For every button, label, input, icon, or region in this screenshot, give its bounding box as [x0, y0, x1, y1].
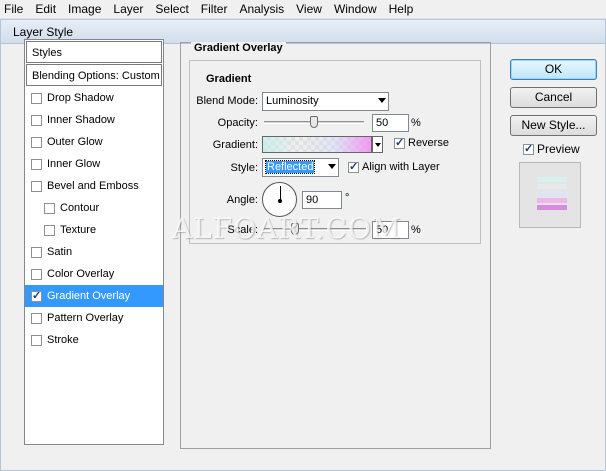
style-item-label: Inner Shadow [47, 114, 115, 126]
style-checkbox[interactable] [31, 180, 42, 192]
style-checkbox[interactable] [44, 224, 55, 236]
align-label: Align with Layer [362, 161, 440, 173]
preview-stripe [537, 177, 567, 182]
chevron-down-icon [328, 164, 336, 169]
style-checkbox[interactable] [31, 289, 42, 302]
style-item-label: Outer Glow [47, 136, 103, 148]
menu-layer[interactable]: Layer [107, 0, 149, 19]
style-item-stroke[interactable]: Stroke [25, 329, 163, 351]
preview-check-icon[interactable] [523, 142, 534, 155]
reverse-checkbox[interactable]: Reverse [394, 136, 449, 149]
angle-label: Angle: [226, 194, 258, 206]
style-item-color-overlay[interactable]: Color Overlay [25, 263, 163, 285]
menu-image[interactable]: Image [62, 0, 107, 19]
style-checkbox[interactable] [44, 202, 55, 214]
preview-label: Preview [537, 142, 580, 156]
preview-stripe [537, 184, 567, 189]
style-item-pattern-overlay[interactable]: Pattern Overlay [25, 307, 163, 329]
style-checkbox[interactable] [31, 334, 42, 346]
style-item-label: Drop Shadow [47, 92, 114, 104]
style-item-label: Bevel and Emboss [47, 180, 139, 192]
opacity-slider-thumb[interactable] [310, 116, 318, 128]
align-check-icon[interactable] [348, 160, 359, 173]
style-item-gradient-overlay[interactable]: Gradient Overlay [25, 285, 163, 307]
style-item-label: Inner Glow [47, 158, 101, 170]
blending-options-item[interactable]: Blending Options: Custom [26, 64, 162, 86]
style-checkbox[interactable] [31, 136, 42, 148]
gradient-dropdown-icon[interactable] [372, 136, 383, 153]
menu-edit[interactable]: Edit [29, 0, 62, 19]
style-item-bevel-and-emboss[interactable]: Bevel and Emboss [25, 175, 163, 197]
style-item-label: Stroke [47, 334, 79, 346]
menu-view[interactable]: View [290, 0, 328, 19]
angle-input[interactable]: 90 [302, 191, 342, 209]
style-item-label: Texture [60, 224, 97, 236]
style-checkbox[interactable] [31, 312, 42, 324]
preview-stripe [537, 191, 567, 196]
chevron-down-icon [378, 98, 386, 103]
menu-analysis[interactable]: Analysis [233, 0, 290, 19]
watermark-text: ALFOART.COM [172, 212, 402, 245]
styles-header[interactable]: Styles [26, 41, 162, 63]
style-select[interactable]: Reflected [262, 158, 339, 177]
style-item-texture[interactable]: Texture [25, 219, 163, 241]
blend-mode-select[interactable]: Luminosity [262, 92, 389, 111]
opacity-input[interactable]: 50 [372, 114, 409, 132]
style-checkbox[interactable] [31, 268, 42, 280]
blend-mode-label: Blend Mode: [196, 95, 258, 107]
style-item-satin[interactable]: Satin [25, 241, 163, 263]
preview-stripe [537, 205, 567, 210]
preview-checkbox[interactable]: Preview [523, 142, 580, 156]
gradient-label: Gradient: [212, 139, 258, 151]
style-item-label: Contour [60, 202, 100, 214]
angle-degree-symbol: ° [345, 192, 350, 204]
style-item-outer-glow[interactable]: Outer Glow [25, 131, 163, 153]
style-checkbox[interactable] [31, 114, 42, 126]
style-item-drop-shadow[interactable]: Drop Shadow [25, 87, 163, 109]
reverse-check-icon[interactable] [394, 136, 405, 149]
style-checkbox[interactable] [31, 92, 42, 104]
style-item-inner-glow[interactable]: Inner Glow [25, 153, 163, 175]
blend-mode-value: Luminosity [266, 95, 319, 107]
style-checkbox[interactable] [31, 158, 42, 170]
style-label: Style: [230, 162, 258, 174]
panel-title: Gradient Overlay [191, 42, 286, 54]
style-checkbox[interactable] [31, 246, 42, 258]
cancel-button[interactable]: Cancel [510, 87, 597, 108]
styles-list: Styles Blending Options: Custom Drop Sha… [24, 39, 164, 445]
new-style-button[interactable]: New Style... [510, 115, 597, 136]
preview-thumbnail [519, 162, 581, 228]
gradient-swatch[interactable] [262, 136, 372, 153]
gradient-group-title: Gradient [203, 73, 255, 85]
menu-bar: File Edit Image Layer Select Filter Analysis Vi… [0, 0, 606, 19]
menu-window[interactable]: Window [328, 0, 383, 19]
style-item-label: Gradient Overlay [47, 290, 131, 302]
style-item-label: Color Overlay [47, 268, 115, 280]
preview-stripe [537, 198, 567, 203]
menu-filter[interactable]: Filter [195, 0, 234, 19]
scale-percent: % [411, 224, 421, 236]
reverse-label: Reverse [408, 137, 449, 149]
align-with-layer-checkbox[interactable]: Align with Layer [348, 160, 440, 173]
opacity-label: Opacity: [217, 117, 258, 129]
opacity-percent: % [411, 117, 421, 129]
style-item-inner-shadow[interactable]: Inner Shadow [25, 109, 163, 131]
style-item-label: Satin [47, 246, 73, 258]
style-value: Reflected [264, 160, 316, 174]
angle-center-dot [278, 199, 282, 203]
menu-select[interactable]: Select [149, 0, 194, 19]
menu-file[interactable]: File [0, 0, 29, 19]
ok-button[interactable]: OK [510, 59, 597, 80]
style-item-contour[interactable]: Contour [25, 197, 163, 219]
style-item-label: Pattern Overlay [47, 312, 124, 324]
menu-help[interactable]: Help [383, 0, 420, 19]
